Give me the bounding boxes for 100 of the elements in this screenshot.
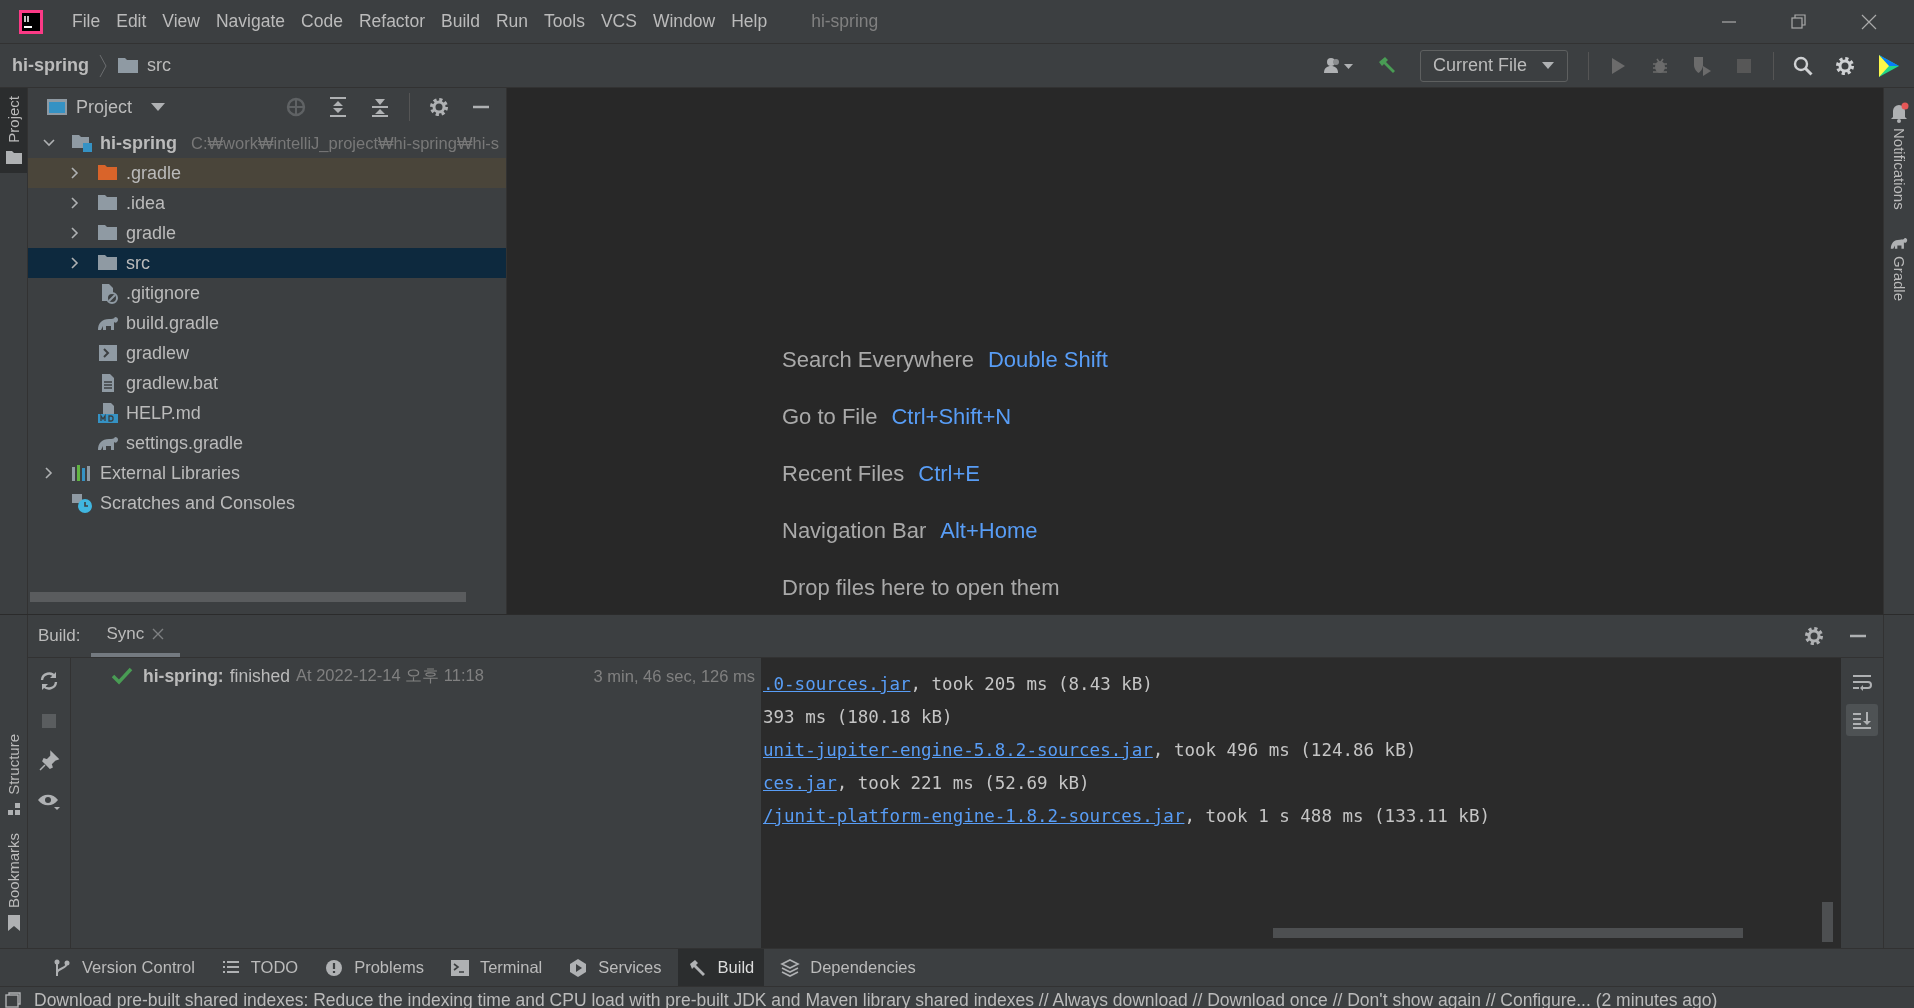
- side-tab[interactable]: Project: [0, 88, 27, 173]
- hint-text: Navigation Bar: [782, 519, 927, 543]
- menu-item[interactable]: VCS: [592, 11, 645, 32]
- tree-label: hi-spring: [100, 132, 177, 154]
- menu-item[interactable]: Refactor: [350, 11, 434, 32]
- menu-item[interactable]: Code: [293, 11, 351, 32]
- menu-item[interactable]: Help: [723, 11, 776, 32]
- breadcrumb-item[interactable]: hi-spring: [12, 55, 89, 76]
- settings-icon[interactable]: [428, 96, 450, 118]
- pin-icon[interactable]: [38, 750, 60, 772]
- refresh-icon[interactable]: [38, 670, 60, 692]
- tree-item[interactable]: src: [28, 248, 506, 278]
- tab[interactable]: Sync: [90, 615, 181, 657]
- menu-item[interactable]: Navigate: [208, 11, 294, 32]
- bookmark-icon: [5, 914, 22, 932]
- hint-text: Search Everywhere: [782, 348, 974, 372]
- menu-item[interactable]: Build: [433, 11, 488, 32]
- folder-icon: [117, 55, 139, 76]
- scrollbar[interactable]: [1822, 902, 1833, 942]
- tool-window-tab[interactable]: Dependencies: [770, 949, 926, 986]
- markdown-file-icon: [96, 402, 120, 424]
- shortcut-text: Ctrl+Shift+N: [891, 405, 1012, 429]
- tree-label: HELP.md: [126, 402, 201, 424]
- settings-icon: [1834, 54, 1856, 77]
- tree-item[interactable]: .gradle: [28, 158, 506, 188]
- collapse-all-icon[interactable]: [369, 96, 391, 118]
- build-duration: 3 min, 46 sec, 126 ms: [593, 666, 755, 686]
- terminal-file-icon: [96, 342, 120, 364]
- side-tab[interactable]: Bookmarks: [0, 824, 27, 940]
- separator-icon: [97, 52, 109, 79]
- tree-item[interactable]: hi-spring C:₩work₩intelliJ_project₩hi-spring₩hi-s: [28, 128, 506, 158]
- tool-window-tab[interactable]: Version Control: [42, 949, 205, 986]
- services-icon: [568, 957, 589, 978]
- restore-icon[interactable]: [1789, 11, 1809, 32]
- window-title: hi-spring: [811, 11, 879, 32]
- file-link[interactable]: unit-jupiter-engine-5.8.2-sources.jar: [763, 740, 1153, 760]
- console-text: , took 1 s 488 ms (133.11 kB): [1184, 806, 1490, 826]
- file-link[interactable]: .0-sources.jar: [763, 674, 911, 694]
- side-tab[interactable]: Notifications: [1889, 88, 1909, 220]
- side-tab[interactable]: Gradle: [1889, 219, 1909, 311]
- tree-item[interactable]: External Libraries: [28, 458, 506, 488]
- scroll-to-end-button[interactable]: [1846, 704, 1878, 736]
- tree-label: gradlew.bat: [126, 372, 219, 394]
- layers-icon: [780, 957, 801, 978]
- menu-item[interactable]: View: [154, 11, 208, 32]
- folder-icon: [4, 148, 23, 165]
- tool-window-tab[interactable]: TODO: [210, 949, 309, 986]
- bell-icon: [1889, 102, 1909, 124]
- shield-play-icon: [1691, 54, 1713, 77]
- tool-window-tab[interactable]: Terminal: [439, 949, 553, 986]
- scroll-to-end-icon: [1851, 709, 1873, 731]
- tool-window-tab[interactable]: Services: [558, 949, 672, 986]
- hint-text: Recent Files: [782, 462, 905, 486]
- tree-label: settings.gradle: [126, 432, 244, 454]
- run-config-dropdown[interactable]: Current File: [1419, 49, 1568, 82]
- caret-icon: [1541, 60, 1555, 71]
- menu-item[interactable]: Tools: [536, 11, 593, 32]
- tree-item[interactable]: Scratches and Consoles: [28, 488, 506, 518]
- panel-title: Build:: [38, 626, 81, 646]
- warning-icon: [324, 957, 345, 978]
- settings-icon[interactable]: [1803, 625, 1825, 647]
- tree-item[interactable]: .gitignore: [28, 278, 506, 308]
- tool-window-tab[interactable]: Build: [677, 949, 765, 986]
- menu-item[interactable]: Window: [644, 11, 724, 32]
- menu-item[interactable]: Edit: [108, 11, 155, 32]
- console-text: , took 205 ms (8.43 kB): [910, 674, 1153, 694]
- tree-item[interactable]: .idea: [28, 188, 506, 218]
- tree-item[interactable]: gradlew.bat: [28, 368, 506, 398]
- structure-icon: [5, 800, 22, 817]
- search-icon: [1792, 54, 1814, 77]
- tree-item[interactable]: gradlew: [28, 338, 506, 368]
- shortcut-text: Ctrl+E: [918, 462, 981, 486]
- tool-window-tab[interactable]: Problems: [314, 949, 434, 986]
- tree-item[interactable]: build.gradle: [28, 308, 506, 338]
- build-time: At 2022-12-14 오후 11:18: [296, 665, 484, 686]
- file-link[interactable]: ces.jar: [763, 773, 837, 793]
- panel-toggle-icon[interactable]: [4, 991, 22, 1008]
- menu-item[interactable]: Run: [487, 11, 537, 32]
- app-logo: [18, 8, 44, 35]
- caret-icon[interactable]: [150, 101, 167, 113]
- file-link[interactable]: /junit-platform-engine-1.8.2-sources.jar: [763, 806, 1185, 826]
- scrollbar[interactable]: [1273, 928, 1743, 938]
- breadcrumb-item[interactable]: src: [147, 55, 171, 76]
- scrollbar[interactable]: [30, 592, 466, 602]
- tree-label: .idea: [126, 192, 166, 214]
- hammer-icon: [687, 957, 708, 978]
- tree-item[interactable]: gradle: [28, 218, 506, 248]
- tree-item[interactable]: settings.gradle: [28, 428, 506, 458]
- shortcut-text: Alt+Home: [940, 519, 1038, 543]
- side-tab[interactable]: Structure: [0, 726, 27, 825]
- tree-item[interactable]: HELP.md: [28, 398, 506, 428]
- close-icon[interactable]: [152, 628, 165, 640]
- tree-label: .gradle: [126, 162, 182, 184]
- menu-item[interactable]: File: [64, 11, 109, 32]
- expand-all-icon[interactable]: [327, 96, 349, 118]
- scratches-icon: [70, 492, 94, 514]
- panel-title[interactable]: Project: [76, 96, 133, 118]
- hint-text: Drop files here to open them: [782, 576, 1060, 600]
- path-text: C:₩work₩intelliJ_project₩hi-spring₩hi-s: [191, 133, 500, 153]
- tree-label: gradle: [126, 222, 177, 244]
